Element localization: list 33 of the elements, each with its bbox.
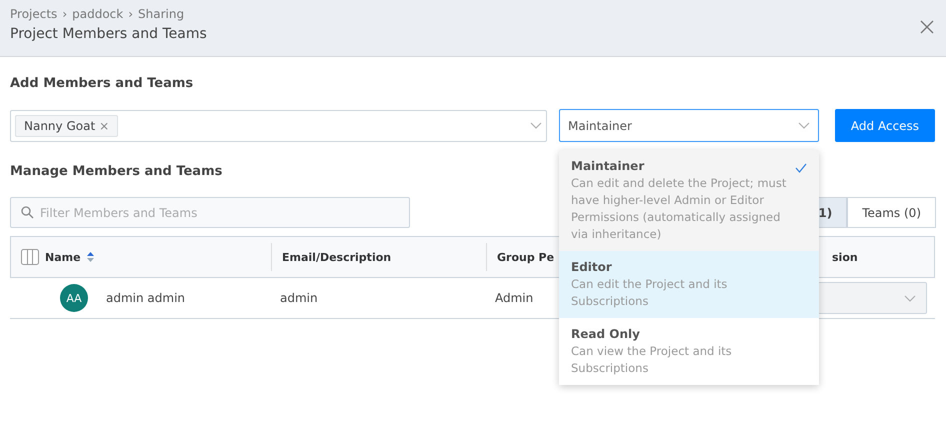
tab[interactable]: Teams (0) xyxy=(847,197,936,228)
dialog-title: Project Members and Teams xyxy=(10,26,207,42)
check-icon xyxy=(795,163,807,173)
breadcrumb-separator: › xyxy=(128,7,134,21)
table-cell: admin xyxy=(280,291,318,305)
column-header[interactable]: Name xyxy=(45,250,81,264)
columns-icon[interactable] xyxy=(21,249,39,265)
section-title: Add Members and Teams xyxy=(10,76,194,91)
breadcrumb-link[interactable]: Sharing xyxy=(138,7,184,21)
members-field[interactable]: Nanny Goat × xyxy=(10,110,547,142)
chevron-down-icon xyxy=(904,294,916,302)
chevron-down-icon xyxy=(798,122,810,129)
table-cell: Admin xyxy=(495,291,534,305)
column-header: sion xyxy=(832,250,858,264)
breadcrumb-link[interactable]: Projects xyxy=(10,7,58,21)
avatar: AA xyxy=(60,284,88,312)
role-select[interactable]: Maintainer xyxy=(559,109,819,142)
chevron-down-icon xyxy=(530,122,542,129)
role-option[interactable]: Maintainer Can edit and delete the Project; must have higher-level Admin or Editor Permissions (automatically assigned via inheritance) xyxy=(559,150,819,251)
role-option[interactable]: Editor Can edit the Project and its Subscriptions xyxy=(559,251,819,318)
breadcrumb-link[interactable]: paddock xyxy=(72,7,124,21)
search-icon xyxy=(21,206,34,219)
breadcrumb-separator: › xyxy=(62,7,68,21)
role-option[interactable]: Read Only Can view the Project and its Subscriptions xyxy=(559,318,819,385)
close-button[interactable] xyxy=(920,20,934,34)
add-access-button[interactable]: Add Access xyxy=(835,109,935,142)
section-title: Manage Members and Teams xyxy=(10,164,222,179)
column-header: Email/Description xyxy=(282,250,392,264)
column-header: Group Pe xyxy=(497,250,554,264)
sort-icon[interactable] xyxy=(86,252,94,262)
member-tag: Nanny Goat × xyxy=(15,114,118,136)
table-cell: admin admin xyxy=(106,291,186,305)
filter-field[interactable]: Filter Members and Teams xyxy=(10,197,410,228)
